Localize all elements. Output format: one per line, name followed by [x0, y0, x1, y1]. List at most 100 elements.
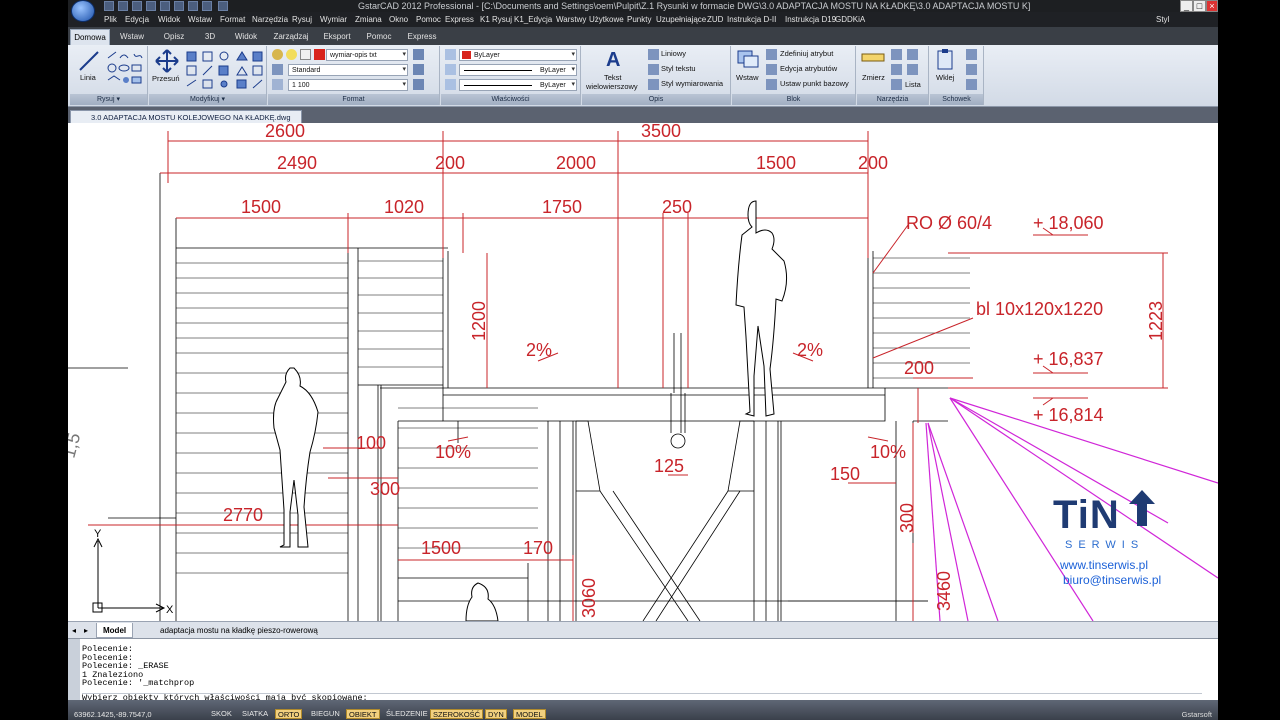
dim-style-manager-icon[interactable]	[413, 64, 424, 75]
linetype-combo[interactable]: ByLayer	[459, 64, 577, 76]
document-tab[interactable]: 3.0 ADAPTACJA MOSTU KOLEJOWEGO NA KŁADKĘ…	[70, 110, 302, 123]
saveas-icon[interactable]	[146, 1, 156, 11]
panel-title-block[interactable]: Blok	[732, 94, 855, 105]
text-style-label[interactable]: Styl tekstu	[661, 64, 696, 73]
tool-d-icon[interactable]	[907, 64, 918, 75]
text-label[interactable]: Tekst	[604, 73, 622, 82]
ribbon-tab-1[interactable]: Wstaw	[112, 29, 152, 45]
cut-icon[interactable]	[966, 49, 977, 60]
move-label[interactable]: Przesuń	[152, 74, 180, 83]
application-menu-button[interactable]	[71, 0, 95, 22]
edit-attributes-icon[interactable]	[766, 64, 777, 75]
status-toggle-3[interactable]: BIEGUN	[309, 709, 342, 719]
linear-dim-icon[interactable]	[648, 49, 659, 60]
line-label[interactable]: Linia	[80, 73, 96, 82]
insert-block-icon[interactable]	[736, 49, 760, 69]
insert-label[interactable]: Wstaw	[736, 73, 759, 82]
menu-item-3[interactable]: Wstaw	[188, 12, 212, 27]
move-icon[interactable]	[155, 49, 179, 73]
redo-icon[interactable]	[202, 1, 212, 11]
copy-icon[interactable]	[966, 64, 977, 75]
menu-item-20[interactable]: Instrukcja D19	[785, 12, 836, 27]
menu-item-8[interactable]: Zmiana	[355, 12, 382, 27]
modify-tools-icons[interactable]	[185, 50, 265, 90]
layout-prev-icon[interactable]: ◂	[68, 623, 80, 638]
ribbon-tab-8[interactable]: Express	[402, 29, 442, 45]
menu-item-5[interactable]: Narzędzia	[252, 12, 288, 27]
layer-sun-icon[interactable]	[286, 49, 297, 60]
new-icon[interactable]	[104, 1, 114, 11]
scale-combo[interactable]: 1 100	[288, 79, 408, 91]
layout-next-icon[interactable]: ▸	[80, 623, 92, 638]
panel-title-draw[interactable]: Rysuj ▾	[70, 94, 147, 105]
text-icon[interactable]: A	[606, 49, 620, 72]
minimize-button[interactable]: _	[1180, 0, 1193, 12]
measure-icon[interactable]	[861, 51, 885, 65]
scale-icon[interactable]	[272, 79, 283, 90]
quick-access-dropdown-icon[interactable]	[218, 1, 228, 11]
edit-attributes-label[interactable]: Edycja atrybutów	[780, 64, 837, 73]
panel-title-clipboard[interactable]: Schowek	[930, 94, 983, 105]
panel-title-tools[interactable]: Narzędzia	[857, 94, 928, 105]
panel-title-modify[interactable]: Modyfikuj ▾	[149, 94, 266, 105]
status-toggle-5[interactable]: ŚLEDZENIE	[384, 709, 430, 719]
plot-icon[interactable]	[174, 1, 184, 11]
ribbon-tab-4[interactable]: Widok	[228, 29, 264, 45]
print-icon[interactable]	[160, 1, 170, 11]
menu-item-14[interactable]: Warstwy	[556, 12, 586, 27]
menu-item-1[interactable]: Edycja	[125, 12, 149, 27]
menu-style-label[interactable]: Styl	[1156, 12, 1169, 27]
menu-item-4[interactable]: Format	[220, 12, 245, 27]
panel-title-properties[interactable]: Właściwości	[441, 94, 580, 105]
tool-a-icon[interactable]	[891, 49, 902, 60]
layer-color-icon[interactable]	[314, 49, 325, 60]
open-icon[interactable]	[118, 1, 128, 11]
properties-icon[interactable]	[445, 49, 456, 60]
menu-item-9[interactable]: Okno	[389, 12, 408, 27]
menu-item-7[interactable]: Wymiar	[320, 12, 347, 27]
text-style-combo[interactable]: wymiar-opis txt	[326, 49, 408, 61]
multiline-text-label[interactable]: wielowierszowy	[586, 82, 638, 91]
ribbon-tab-7[interactable]: Pomoc	[360, 29, 398, 45]
menu-item-15[interactable]: Użytkowe	[589, 12, 624, 27]
menu-item-13[interactable]: K1_Edycja	[514, 12, 552, 27]
status-toggle-8[interactable]: MODEL	[513, 709, 546, 719]
panel-title-format[interactable]: Format	[268, 94, 439, 105]
close-button[interactable]: ×	[1206, 0, 1218, 12]
ribbon-tab-2[interactable]: Opisz	[156, 29, 192, 45]
menu-item-21[interactable]: GDDKiA	[835, 12, 865, 27]
dim-style-2-icon[interactable]	[648, 79, 659, 90]
menu-item-18[interactable]: ZUD	[707, 12, 723, 27]
lineweight-icon[interactable]	[445, 79, 456, 90]
list-label[interactable]: Lista	[905, 80, 921, 89]
ribbon-tab-6[interactable]: Eksport	[318, 29, 356, 45]
command-window-grip[interactable]	[68, 639, 80, 701]
menu-item-19[interactable]: Instrukcja D-II	[727, 12, 776, 27]
panel-title-annotation[interactable]: Opis	[582, 94, 730, 105]
ribbon-tab-3[interactable]: 3D	[196, 29, 224, 45]
line-icon[interactable]	[78, 50, 100, 72]
menu-item-0[interactable]: Plik	[104, 12, 117, 27]
define-attribute-label[interactable]: Zdefiniuj atrybut	[780, 49, 833, 58]
linetype-icon[interactable]	[445, 64, 456, 75]
status-toggle-6[interactable]: SZEROKOŚĆ	[430, 709, 484, 719]
tab-layout-adaptacja[interactable]: adaptacja mostu na kładkę pieszo-rowerow…	[160, 623, 318, 638]
linear-dim-label[interactable]: Liniowy	[661, 49, 686, 58]
match-properties-icon[interactable]	[966, 79, 977, 90]
paste-label[interactable]: Wklej	[936, 73, 954, 82]
maximize-button[interactable]: □	[1193, 0, 1206, 12]
dim-style-label[interactable]: Styl wymiarowania	[661, 79, 723, 88]
layer-lock-icon[interactable]	[300, 49, 311, 60]
paste-icon[interactable]	[936, 49, 956, 71]
menu-item-10[interactable]: Pomoc	[416, 12, 441, 27]
draw-tools-icons[interactable]	[106, 50, 146, 86]
text-style-2-icon[interactable]	[648, 64, 659, 75]
dim-style-icon[interactable]	[272, 64, 283, 75]
tool-b-icon[interactable]	[907, 49, 918, 60]
menu-item-17[interactable]: Uzupełniające	[656, 12, 706, 27]
layer-bulb-icon[interactable]	[272, 49, 283, 60]
list-icon[interactable]	[891, 79, 902, 90]
dim-style-combo[interactable]: Standard	[288, 64, 408, 76]
tool-c-icon[interactable]	[891, 64, 902, 75]
undo-icon[interactable]	[188, 1, 198, 11]
